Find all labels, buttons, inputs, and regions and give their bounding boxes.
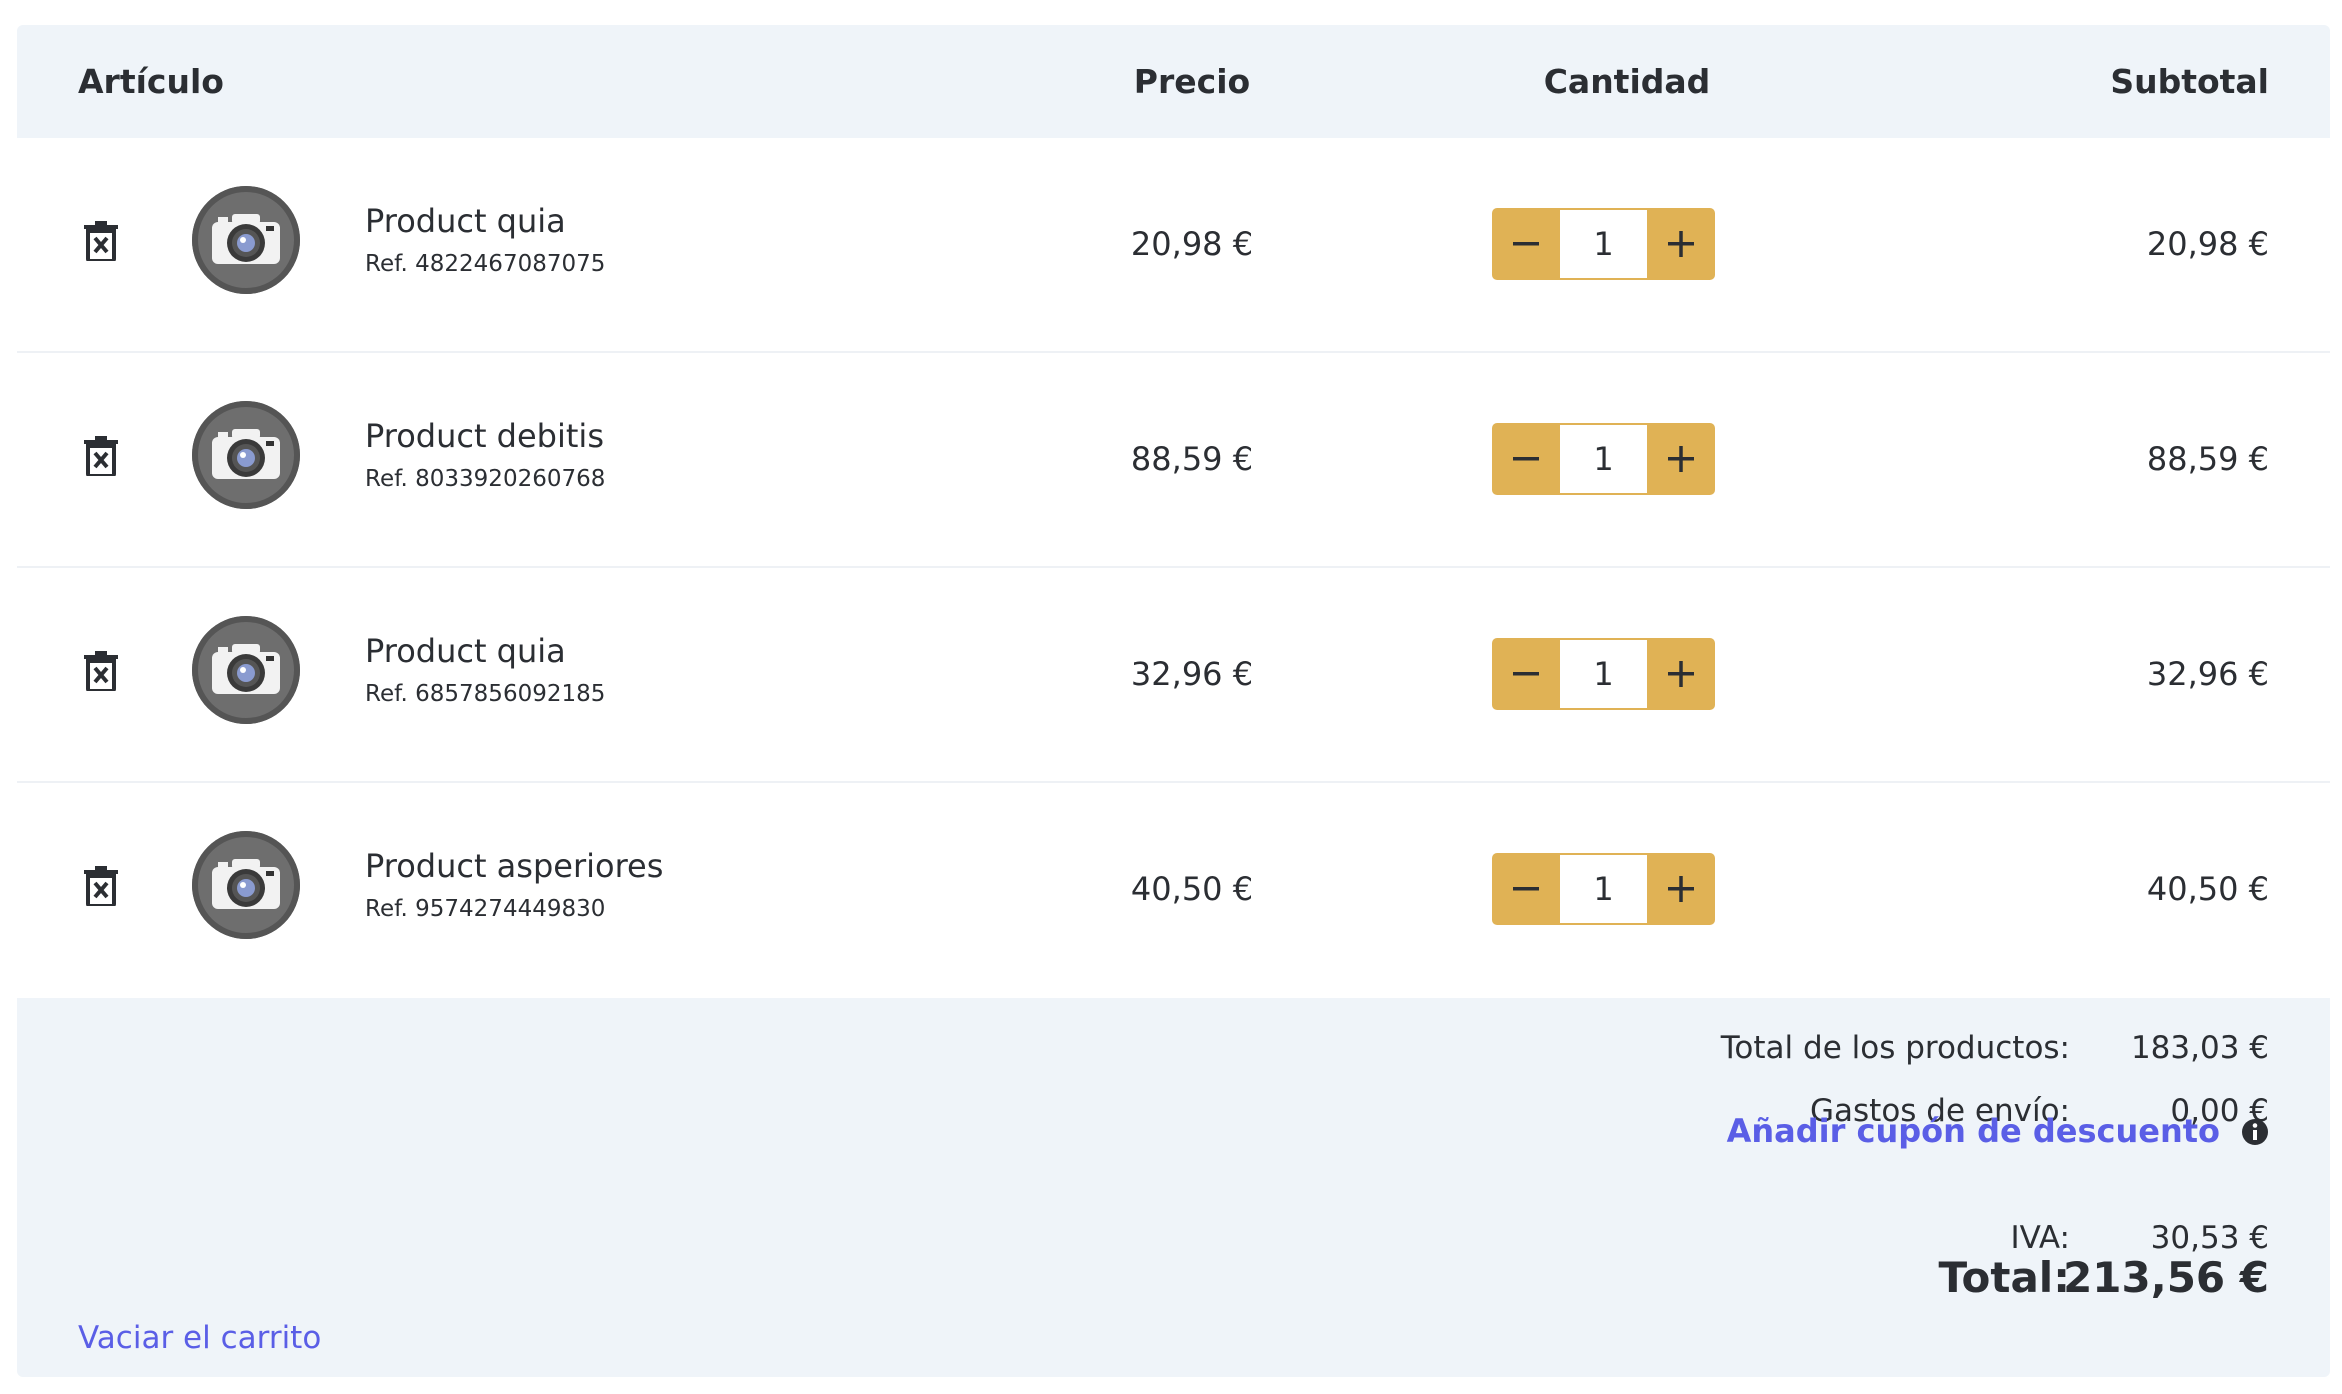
product-subtotal: 32,96 € [2146,655,2269,693]
cart-item-row: Product debitis Ref. 8033920260768 88,59… [17,353,2330,568]
product-subtotal: 40,50 € [2146,870,2269,908]
decrement-button[interactable] [1492,208,1560,280]
quantity-input[interactable] [1560,853,1647,925]
product-price: 40,50 € [1130,870,1254,908]
product-image[interactable] [192,186,300,294]
minus-icon [1513,887,1539,891]
product-name[interactable]: Product quia [365,632,566,670]
vat-label: IVA: [2010,1220,2070,1256]
cart-summary: Total de los productos: 183,03 € Gastos … [17,998,2330,1377]
increment-button[interactable] [1647,423,1715,495]
plus-icon [1668,661,1694,687]
vat-value: 30,53 € [2150,1220,2269,1256]
product-ref: Ref. 8033920260768 [365,466,606,492]
header-price: Precio [1133,62,1251,101]
product-image[interactable] [192,401,300,509]
header-article: Artículo [78,62,224,101]
product-subtotal: 20,98 € [2146,225,2269,263]
camera-icon [212,644,280,694]
quantity-stepper [1492,423,1715,495]
camera-icon [212,214,280,264]
quantity-input[interactable] [1560,638,1647,710]
trash-icon[interactable] [84,651,118,693]
info-icon[interactable] [2241,1118,2269,1146]
trash-icon[interactable] [84,436,118,478]
quantity-stepper [1492,638,1715,710]
trash-icon[interactable] [84,221,118,263]
cart-item-row: Product quia Ref. 6857856092185 32,96 € … [17,568,2330,783]
quantity-stepper [1492,853,1715,925]
products-total-label: Total de los productos: [1720,1030,2070,1066]
minus-icon [1513,457,1539,461]
product-ref: Ref. 4822467087075 [365,251,606,277]
shopping-cart: Artículo Precio Cantidad Subtotal Produc… [17,25,2330,1377]
plus-icon [1668,446,1694,472]
header-subtotal: Subtotal [2110,62,2269,101]
product-image[interactable] [192,831,300,939]
camera-icon [212,429,280,479]
product-subtotal: 88,59 € [2146,440,2269,478]
decrement-button[interactable] [1492,638,1560,710]
decrement-button[interactable] [1492,853,1560,925]
increment-button[interactable] [1647,208,1715,280]
minus-icon [1513,672,1539,676]
product-price: 20,98 € [1130,225,1254,263]
increment-button[interactable] [1647,853,1715,925]
add-coupon-link[interactable]: Añadir cupón de descuento [1727,1112,2220,1150]
plus-icon [1668,876,1694,902]
quantity-input[interactable] [1560,208,1647,280]
product-price: 88,59 € [1130,440,1254,478]
cart-header: Artículo Precio Cantidad Subtotal [17,25,2330,138]
product-image[interactable] [192,616,300,724]
trash-icon[interactable] [84,866,118,908]
product-ref: Ref. 9574274449830 [365,896,606,922]
product-name[interactable]: Product quia [365,202,566,240]
cart-item-row: Product asperiores Ref. 9574274449830 40… [17,783,2330,998]
quantity-input[interactable] [1560,423,1647,495]
product-ref: Ref. 6857856092185 [365,681,606,707]
decrement-button[interactable] [1492,423,1560,495]
products-total-value: 183,03 € [2130,1030,2269,1066]
increment-button[interactable] [1647,638,1715,710]
plus-icon [1668,231,1694,257]
product-name[interactable]: Product debitis [365,417,604,455]
total-label: Total: [1938,1253,2070,1302]
total-value: 213,56 € [2063,1253,2269,1302]
minus-icon [1513,242,1539,246]
product-price: 32,96 € [1130,655,1254,693]
camera-icon [212,859,280,909]
header-quantity: Cantidad [1543,62,1711,101]
cart-items: Product quia Ref. 4822467087075 20,98 € … [17,138,2330,998]
product-name[interactable]: Product asperiores [365,847,663,885]
empty-cart-link[interactable]: Vaciar el carrito [78,1320,321,1356]
cart-item-row: Product quia Ref. 4822467087075 20,98 € … [17,138,2330,353]
quantity-stepper [1492,208,1715,280]
